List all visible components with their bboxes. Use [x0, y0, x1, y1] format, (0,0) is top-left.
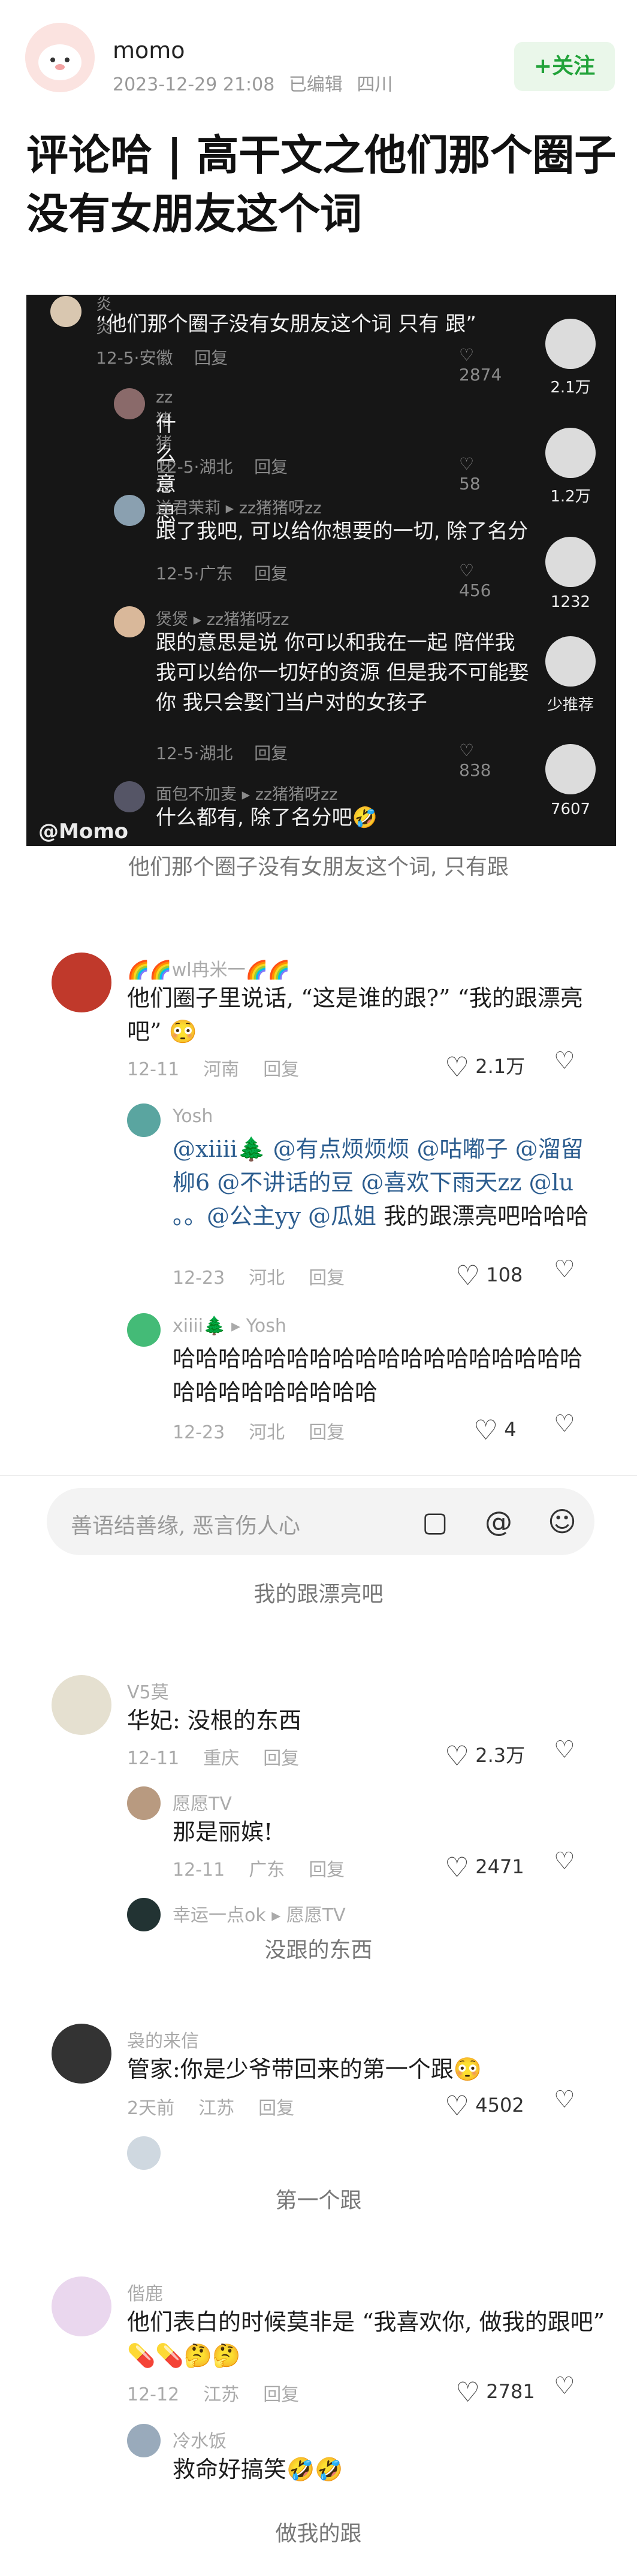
follow-button[interactable]: +关注	[514, 42, 615, 91]
avatar	[114, 781, 145, 812]
dislike-icon[interactable]: ♡	[554, 2086, 575, 2114]
like-button[interactable]: 4	[473, 1414, 516, 1446]
commenter-name[interactable]: 愿愿TV	[173, 1789, 232, 1815]
mention-icon[interactable]: @	[479, 1502, 518, 1541]
reply-button[interactable]: 回复	[309, 1268, 345, 1289]
commenter-name[interactable]: 🌈🌈wl冉米一🌈🌈	[127, 955, 290, 981]
reply-button[interactable]: 回复	[263, 1748, 299, 1769]
dislike-icon[interactable]: ♡	[554, 1410, 575, 1438]
avatar[interactable]	[127, 2424, 161, 2457]
like-button[interactable]: 4502	[445, 2090, 524, 2122]
comment-thread: 🌈🌈wl冉米一🌈🌈 他们圈子里说话, “这是谁的跟?” “我的跟漂亮吧” 😳 1…	[0, 947, 637, 1443]
image-caption: 第一个跟	[275, 2188, 362, 2213]
comment-text: 他们圈子里说话, “这是谁的跟?” “我的跟漂亮吧” 😳	[127, 985, 583, 1045]
comment-placeholder: 善语结善缘, 恶言伤人心	[71, 1514, 300, 1538]
avatar[interactable]	[52, 1675, 111, 1735]
author-avatar[interactable]	[25, 23, 95, 92]
avatar[interactable]	[127, 1898, 161, 1931]
like-icon: 2.1万	[535, 319, 606, 397]
like-button[interactable]: 2.1万	[445, 1051, 525, 1083]
commenter-name[interactable]: Yosh	[173, 1106, 213, 1127]
share-icon: 7607	[535, 744, 606, 818]
comment-thread: 偕鹿 他们表白的时候莫非是 “我喜欢你, 做我的跟吧” 💊💊🤔🤔 12-12 江苏…	[0, 2270, 637, 2546]
dislike-icon[interactable]: ♡	[554, 1848, 575, 1875]
like-button[interactable]: 108	[455, 1259, 523, 1292]
avatar[interactable]	[52, 2276, 111, 2336]
avatar[interactable]	[52, 2024, 111, 2084]
comment-text: 管家:你是少爷带回来的第一个跟😳	[127, 2056, 482, 2082]
reply-button[interactable]: 回复	[258, 2098, 294, 2119]
avatar	[114, 495, 145, 526]
image-caption: 我的跟漂亮吧	[253, 1582, 384, 1607]
dislike-icon[interactable]: ♡	[554, 1736, 575, 1764]
dislike-icon[interactable]: ♡	[554, 1047, 575, 1075]
divider	[0, 1475, 637, 1476]
comment-thread: V5莫 华妃: 没根的东西 12-11重庆回复 2.3万 ♡ 愿愿TV 那是丽嫔…	[0, 1669, 637, 1951]
avatar[interactable]	[127, 2136, 161, 2170]
reply-button[interactable]: 回复	[263, 2384, 299, 2405]
image-icon[interactable]: ▢	[416, 1502, 454, 1541]
comment-text: 救命好搞笑🤣🤣	[173, 2456, 343, 2483]
dislike-icon[interactable]: ♡	[554, 2372, 575, 2400]
commenter-name[interactable]: 幸运一点ok ▸ 愿愿TV	[173, 1900, 346, 1927]
like-button[interactable]: 2781	[455, 2376, 535, 2408]
comment-thread: 袅的来信 管家:你是少爷带回来的第一个跟😳 2天前江苏回复 4502 ♡	[0, 2018, 637, 2185]
commenter-name[interactable]: xiiii🌲 ▸ Yosh	[173, 1316, 286, 1337]
like-button[interactable]: 2471	[445, 1851, 524, 1883]
reply-button[interactable]: 回复	[309, 1422, 345, 1443]
star-icon: 1232	[535, 537, 606, 611]
avatar	[114, 388, 145, 419]
avatar	[50, 296, 81, 327]
dislike-icon[interactable]: ♡	[554, 1256, 575, 1283]
comment-text: 华妃: 没根的东西	[127, 1707, 301, 1734]
image-caption: 他们那个圈子没有女朋友这个词, 只有跟	[128, 855, 509, 879]
commenter-name[interactable]: 袅的来信	[127, 2026, 199, 2052]
emoji-icon[interactable]: ☺	[543, 1502, 581, 1541]
post-date: 2023-12-29 21:08	[113, 74, 275, 95]
post-meta: 2023-12-29 21:08 已编辑 四川	[113, 69, 401, 96]
image-caption: 没跟的东西	[264, 1938, 373, 1963]
comment-text: 他们表白的时候莫非是 “我喜欢你, 做我的跟吧” 💊💊🤔🤔	[127, 2309, 605, 2369]
commenter-name[interactable]: V5莫	[127, 1677, 169, 1704]
author-name[interactable]: momo	[113, 37, 185, 64]
commenter-name[interactable]: 冷水饭	[173, 2426, 227, 2453]
reply-button[interactable]: 回复	[263, 1059, 299, 1080]
post-title: 评论哈 | 高干文之他们那个圈子没有女朋友这个词	[26, 131, 617, 238]
post-header: momo 2023-12-29 21:08 已编辑 四川 +关注	[0, 0, 637, 95]
avatar[interactable]	[127, 1103, 161, 1137]
embedded-screenshot: 炎炎 “他们那个圈子没有女朋友这个词 只有 跟” 12-5·安徽 回复 ♡ 28…	[26, 295, 616, 846]
avatar[interactable]	[127, 1786, 161, 1820]
comment-input[interactable]: 善语结善缘, 恶言伤人心 ▢ @ ☺	[47, 1488, 594, 1555]
comment-text: 哈哈哈哈哈哈哈哈哈哈哈哈哈哈哈哈哈哈哈哈哈哈哈哈哈哈哈	[173, 1346, 583, 1405]
commenter-name[interactable]: 偕鹿	[127, 2279, 163, 2305]
comment-text: 那是丽嫔!	[173, 1819, 273, 1845]
edited-label: 已编辑	[288, 74, 343, 95]
avatar[interactable]	[52, 953, 111, 1012]
post-location: 四川	[357, 74, 393, 95]
avatar	[114, 606, 145, 637]
comment-icon: 1.2万	[535, 428, 606, 506]
watermark: @Momo	[38, 820, 128, 843]
comment-text: @xiiii🌲 @有点烦烦烦 @咕嘟子 @溜留柳6 @不讲话的豆 @喜欢下雨天z…	[173, 1136, 589, 1229]
image-caption: 做我的跟	[275, 2521, 362, 2546]
dislike-icon: 少推荐	[535, 636, 606, 715]
like-button[interactable]: 2.3万	[445, 1740, 525, 1772]
reply-button[interactable]: 回复	[309, 1860, 345, 1880]
avatar[interactable]	[127, 1313, 161, 1347]
